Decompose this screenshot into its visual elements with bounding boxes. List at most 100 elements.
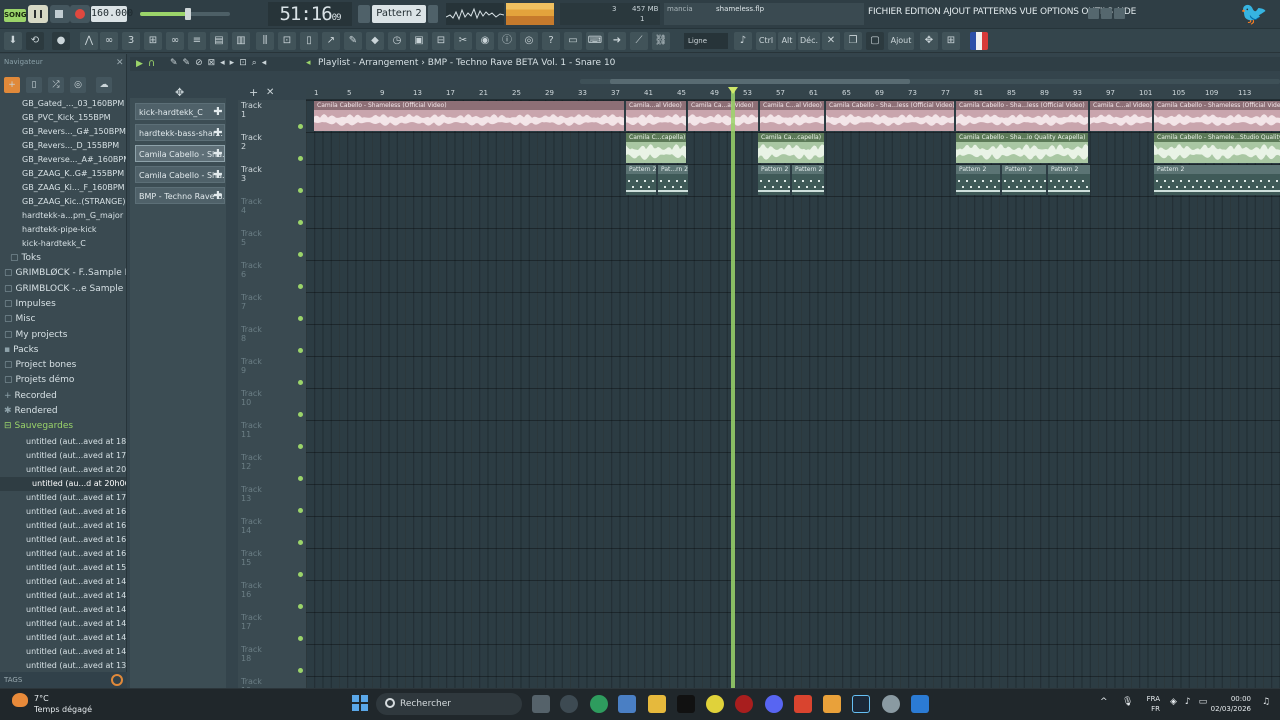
clock[interactable]: 00:00 02/03/2026 — [1205, 694, 1251, 714]
track-name[interactable]: Track 5 — [241, 229, 262, 247]
browser-folder-item[interactable]: ▪ Packs — [0, 343, 126, 358]
track-mute-led[interactable] — [298, 156, 303, 161]
save-file-item[interactable]: untitled (aut...aved at 20h27) — [0, 463, 126, 477]
add-track-icon[interactable]: + — [249, 86, 258, 99]
song-mode-toggle[interactable]: SONG — [4, 9, 27, 22]
track-mute-led[interactable] — [298, 540, 303, 545]
browser-shuffle-icon[interactable]: ⤮ — [48, 77, 64, 93]
track-mute-led[interactable] — [298, 316, 303, 321]
save-file-item[interactable]: untitled (aut...aved at 17h09) — [0, 491, 126, 505]
piano-roll-icon[interactable]: ▤ — [210, 32, 228, 50]
paste-icon[interactable]: ▢ — [866, 32, 884, 50]
track-mute-led[interactable] — [298, 668, 303, 673]
file-explorer-icon[interactable] — [648, 695, 666, 713]
track-mute-led[interactable] — [298, 412, 303, 417]
touch-icon[interactable]: ◎ — [520, 32, 538, 50]
media-icon[interactable] — [794, 695, 812, 713]
browser-folder-item[interactable]: ✱ Rendered — [0, 404, 126, 419]
start-icon[interactable] — [352, 695, 368, 711]
pattern-next-button[interactable] — [428, 5, 438, 23]
browser-folder-item[interactable]: ▢ Projets démo — [0, 373, 126, 388]
track-mute-led[interactable] — [298, 252, 303, 257]
track-name[interactable]: Track 2 — [241, 133, 262, 151]
scrollbar-thumb[interactable] — [610, 79, 910, 84]
picker-add-icon[interactable]: ✚ — [212, 125, 224, 140]
browser-folder-item[interactable]: ▢GRIMBLØCK - F..Sample Pack — [0, 266, 126, 281]
ajout-button[interactable]: Ajout — [888, 32, 914, 50]
save-file-item[interactable]: untitled (aut...aved at 14h33) — [0, 603, 126, 617]
pattern-clip[interactable]: Pattern 2 — [758, 165, 790, 195]
song-position-display[interactable]: 51:1609 — [268, 2, 352, 26]
slide-icon[interactable]: ⟋ — [630, 32, 648, 50]
browser-file-item[interactable]: hardtekk-a...pm_G_major — [0, 209, 126, 223]
track-name[interactable]: Track 10 — [241, 389, 262, 407]
track-name[interactable]: Track 16 — [241, 581, 262, 599]
audio-clip[interactable]: Camila Cabello - Shamele...Studio Qualit… — [1154, 133, 1280, 163]
browser-file-item[interactable]: GB_PVC_Kick_155BPM — [0, 111, 126, 125]
track-name[interactable]: Track 4 — [241, 197, 262, 215]
norton-icon[interactable] — [706, 695, 724, 713]
microphone-icon[interactable]: 🎙 — [1122, 697, 1133, 707]
track-mute-led[interactable] — [298, 604, 303, 609]
picker-add-icon[interactable]: ✚ — [212, 188, 224, 203]
pattern-clip[interactable]: Pattern 2 — [1048, 165, 1090, 195]
photos-icon[interactable] — [911, 695, 929, 713]
language-flag-icon[interactable] — [970, 32, 988, 50]
audio-clip[interactable]: Camila C...capella) — [626, 133, 686, 163]
track-mute-led[interactable] — [298, 348, 303, 353]
copilot-icon[interactable] — [560, 695, 578, 713]
cut-icon[interactable]: ✂ — [454, 32, 472, 50]
playhead[interactable] — [731, 88, 735, 688]
tags-bar[interactable]: TAGS — [0, 672, 127, 688]
window-icon[interactable]: ▭ — [564, 32, 582, 50]
tiktok-icon[interactable] — [677, 695, 695, 713]
track-name[interactable]: Track 17 — [241, 613, 262, 631]
ctrl-button[interactable]: Ctrl — [756, 32, 776, 50]
save-file-item[interactable]: untitled (aut...aved at 16h41) — [0, 533, 126, 547]
save-file-item[interactable]: untitled (aut...aved at 17h50) — [0, 449, 126, 463]
save-icon[interactable]: ⬇ — [4, 32, 22, 50]
opera-icon[interactable] — [735, 695, 753, 713]
loop-record-icon[interactable]: ∞ — [166, 32, 184, 50]
save-file-item[interactable]: untitled (aut...aved at 14h01) — [0, 631, 126, 645]
track-name[interactable]: Track 1 — [241, 101, 262, 119]
render-icon[interactable]: ⊟ — [432, 32, 450, 50]
browser-file-item[interactable]: GB_ZAAG_K..G#_155BPM — [0, 167, 126, 181]
info-icon[interactable]: ⓘ — [498, 32, 516, 50]
disk-icon[interactable]: ▣ — [410, 32, 428, 50]
track-mute-led[interactable] — [298, 476, 303, 481]
browser-file-item[interactable]: GB_ZAAG_Kic..(STRANGE) — [0, 195, 126, 209]
tray-chevron-icon[interactable]: ^ — [1100, 697, 1108, 707]
save-file-item[interactable]: untitled (au...d at 20h06)_2 — [0, 477, 126, 491]
track-name[interactable]: Track 18 — [241, 645, 262, 663]
wait-icon[interactable]: ∞ — [100, 32, 118, 50]
pattern-selector[interactable]: Pattern 2 — [372, 5, 426, 23]
browser-icon[interactable]: ▯ — [300, 32, 318, 50]
track-mute-led[interactable] — [298, 636, 303, 641]
search-icon[interactable] — [111, 674, 123, 686]
track-mute-led[interactable] — [298, 220, 303, 225]
save-file-item[interactable]: untitled (aut...aved at 14h43) — [0, 589, 126, 603]
help-icon[interactable]: ? — [542, 32, 560, 50]
stamp-icon[interactable]: ♪ — [734, 32, 752, 50]
plugin-icon[interactable]: ⊡ — [278, 32, 296, 50]
playlist-menu-arrow-icon[interactable]: ▶ — [136, 59, 143, 69]
pattern-clip[interactable]: Pattern 2 — [1154, 165, 1280, 195]
browser-file-item[interactable]: GB_Reverse..._A#_160BPM — [0, 153, 126, 167]
channel-rack-icon[interactable]: ▥ — [232, 32, 250, 50]
copy-icon[interactable]: ❐ — [844, 32, 862, 50]
snap-selector[interactable]: Ligne — [684, 33, 728, 49]
magnet-icon[interactable]: ∩ — [148, 58, 155, 69]
mic-icon[interactable]: ◉ — [476, 32, 494, 50]
steam-icon[interactable] — [852, 695, 870, 713]
picker-add-icon[interactable]: ✚ — [212, 104, 224, 119]
taskbar-search[interactable]: Rechercher — [376, 693, 522, 715]
track-name[interactable]: Track 13 — [241, 485, 262, 503]
remove-track-icon[interactable]: ✕ — [266, 87, 274, 98]
playhead-marker[interactable] — [728, 87, 738, 94]
browser-folder-item[interactable]: ▢ Misc — [0, 312, 126, 327]
step-edit-icon[interactable]: ⊞ — [144, 32, 162, 50]
browser-file-item[interactable]: hardtekk-pipe-kick — [0, 223, 126, 237]
browser-folder-item[interactable]: ▢ Project bones — [0, 358, 126, 373]
notification-bell-icon[interactable]: ♫ — [1262, 697, 1270, 707]
